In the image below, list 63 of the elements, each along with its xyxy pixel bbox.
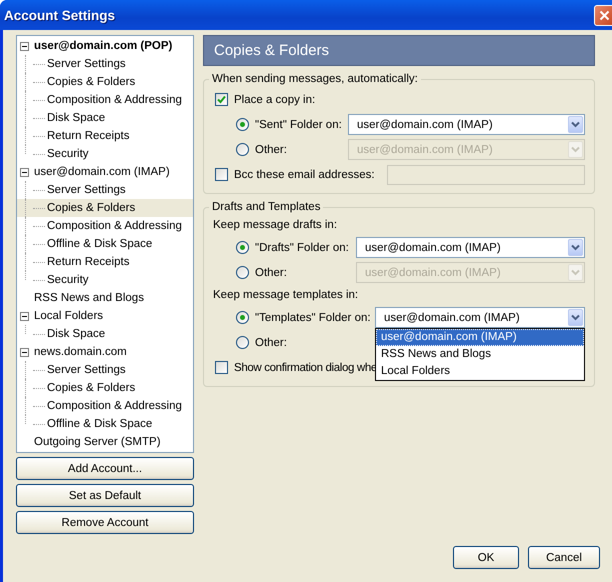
tree-item[interactable]: Composition & Addressing [46,93,183,107]
tree-item[interactable]: Local Folders [33,309,104,323]
tree-item[interactable]: Offline & Disk Space [46,237,154,251]
folder-dropdown[interactable]: user@domain.com (IMAP) [348,114,585,135]
checkbox[interactable] [215,93,228,106]
tree-item[interactable]: Copies & Folders [46,75,136,89]
radio-label: Other: [255,266,287,278]
radio-button[interactable] [236,311,249,324]
radio-button[interactable] [236,266,249,279]
folder-dropdown[interactable]: user@domain.com (IMAP) [375,307,585,328]
radio-label: "Drafts" Folder on: [255,242,349,254]
tree-item[interactable]: Return Receipts [46,129,130,143]
tree-item[interactable]: RSS News and Blogs [33,291,145,305]
panel-title: Copies & Folders [203,35,595,66]
tree-item[interactable]: Return Receipts [46,255,130,269]
checkbox-label: Place a copy in: [234,94,316,106]
tree-item[interactable]: Security [46,147,90,161]
dropdown-option[interactable]: user@domain.com (IMAP) [376,329,584,346]
dropdown-option[interactable]: Local Folders [376,363,584,380]
tree-item[interactable]: news.domain.com [33,345,128,359]
radio-button[interactable] [236,143,249,156]
account-button[interactable]: Add Account... [16,457,194,480]
tree-item[interactable]: Composition & Addressing [46,399,183,413]
dropdown-option[interactable]: RSS News and Blogs [376,346,584,363]
tree-item[interactable]: Offline & Disk Space [46,417,154,431]
radio-label: "Sent" Folder on: [255,118,342,130]
close-icon [599,10,610,20]
group-title: When sending messages, automatically: [211,73,419,85]
tree-item[interactable]: Security [46,273,90,287]
radio-button[interactable] [236,118,249,131]
tree-item[interactable]: Server Settings [46,363,127,377]
checkbox[interactable] [215,168,228,181]
collapse-icon[interactable] [20,348,29,356]
collapse-icon[interactable] [20,42,29,50]
section-label: Keep message templates in: [213,289,358,301]
window-title: Account Settings [4,8,116,22]
radio-button[interactable] [236,336,249,349]
dialog-button[interactable]: OK [453,546,519,569]
tree-item[interactable]: Composition & Addressing [46,219,183,233]
folder-dropdown[interactable]: user@domain.com (IMAP) [356,237,585,258]
group-title: Drafts and Templates [211,201,322,213]
tree-item[interactable]: Disk Space [46,111,106,125]
tree-item[interactable]: Copies & Folders [46,381,136,395]
dialog-button[interactable]: Cancel [528,546,600,569]
radio-label: Other: [255,144,287,156]
collapse-icon[interactable] [20,168,29,176]
tree-item[interactable]: Copies & Folders [46,201,136,215]
close-button[interactable] [594,4,612,26]
tree-item[interactable]: user@domain.com (IMAP) [33,165,171,179]
account-button[interactable]: Set as Default [16,484,194,507]
collapse-icon[interactable] [20,312,29,320]
tree-item[interactable]: Disk Space [46,327,106,341]
radio-button[interactable] [236,241,249,254]
radio-label: Other: [255,336,287,348]
checkbox-label: Bcc these email addresses: [234,168,376,180]
section-label: Keep message drafts in: [213,219,338,231]
tree-item[interactable]: Server Settings [46,57,127,71]
tree-item[interactable]: Outgoing Server (SMTP) [33,435,162,449]
checkbox[interactable] [215,361,228,374]
account-button[interactable]: Remove Account [16,511,194,534]
tree-item[interactable]: user@domain.com (POP) [33,39,174,53]
tree-item[interactable]: Server Settings [46,183,127,197]
radio-label: "Templates" Folder on: [255,312,371,324]
